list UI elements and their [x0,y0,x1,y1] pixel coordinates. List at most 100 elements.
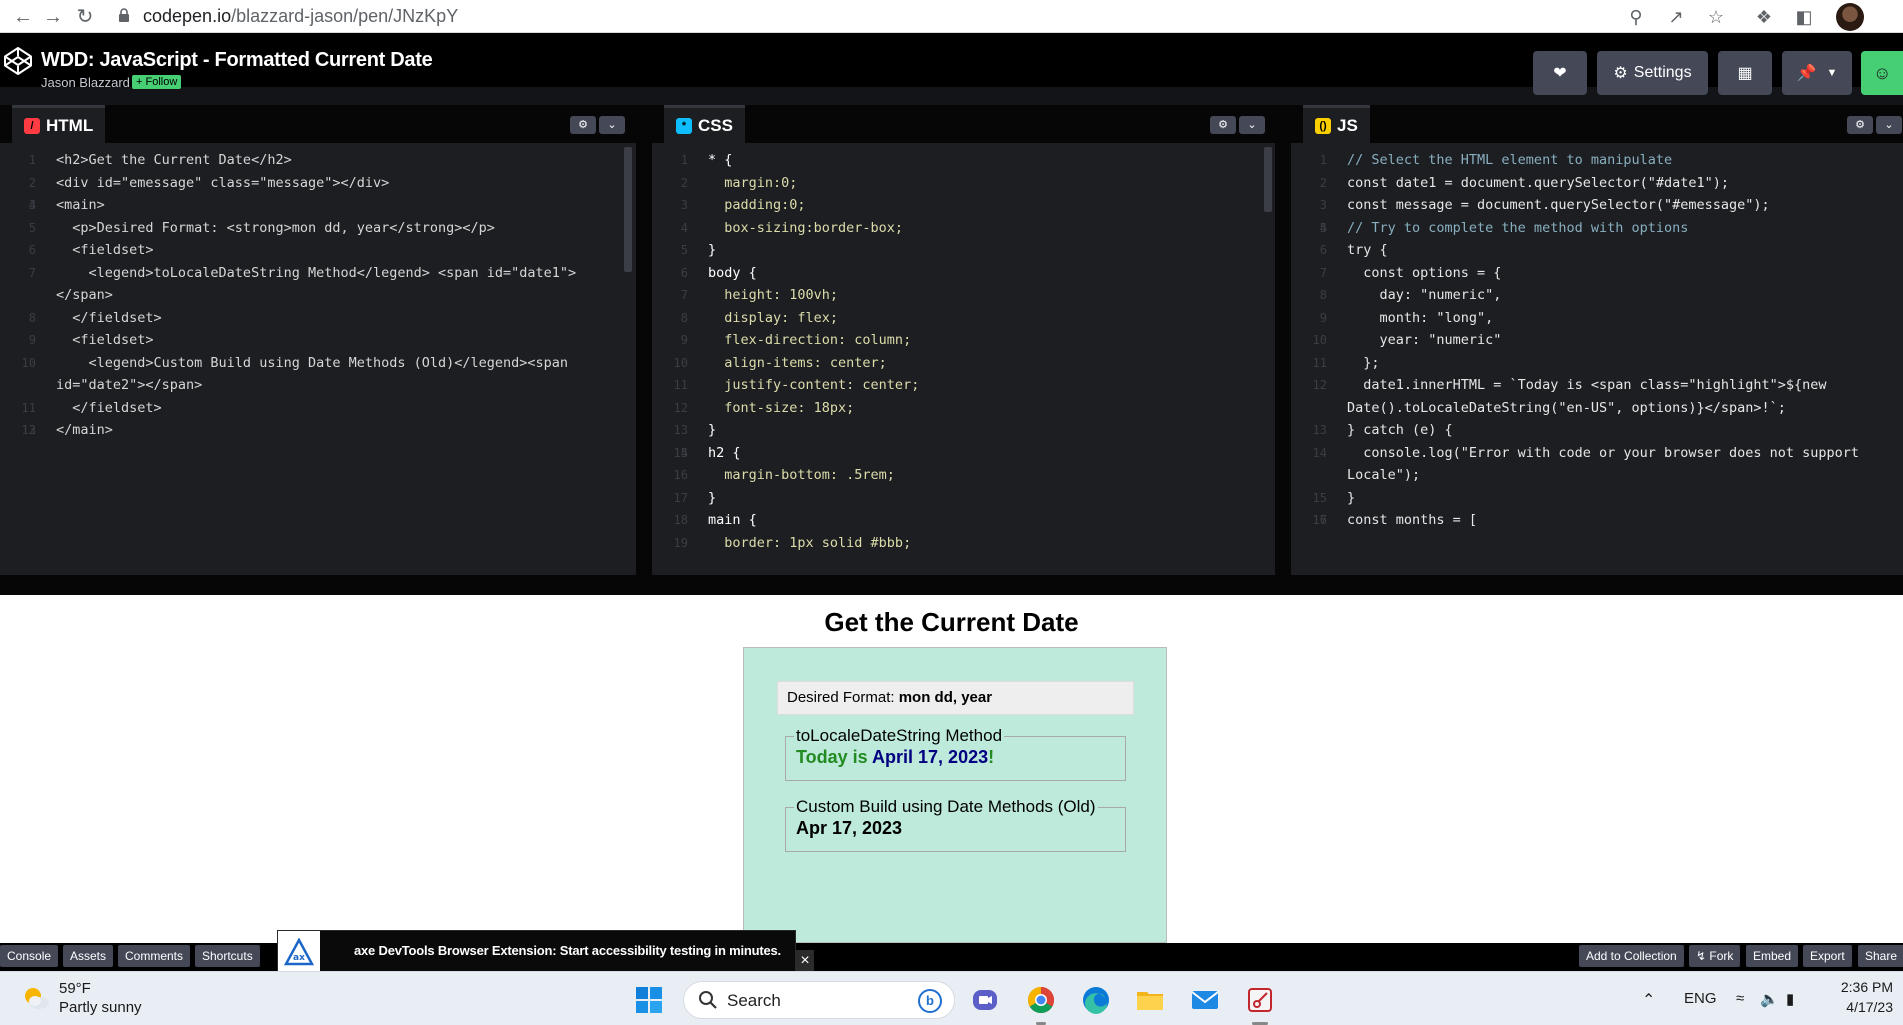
code-line[interactable]: 1 * { [664,149,1275,172]
wifi-icon[interactable]: ≈ [1736,990,1744,1007]
code-line[interactable]: 5 // Try to complete the method with opti… [1303,217,1903,240]
code-line[interactable]: 6 try { [1303,239,1903,262]
code-line[interactable]: 6 <fieldset> [12,239,636,262]
code-line[interactable]: 8 day: "numeric", [1303,284,1903,307]
volume-icon[interactable]: 🔈 [1760,990,1779,1008]
code-line[interactable]: Date().toLocaleDateString("en-US", optio… [1303,397,1903,420]
share-button[interactable]: Share [1858,945,1903,967]
windows-start-icon[interactable] [634,985,664,1015]
code-line[interactable]: 10 <legend>Custom Build using Date Metho… [12,352,636,375]
code-line[interactable]: Locale"); [1303,464,1903,487]
code-line[interactable]: 3 padding:0; [664,194,1275,217]
clock-date[interactable]: 4/17/23 [1838,999,1893,1015]
code-line[interactable]: 13} [664,419,1275,442]
code-line[interactable]: </span> [12,284,636,307]
chrome-icon[interactable] [1026,985,1056,1015]
address-bar[interactable]: codepen.io/blazzard-jason/pen/JNzKpY [143,6,458,27]
code-line[interactable]: 18 main { [664,509,1275,532]
code-line[interactable]: 2 const date1 = document.querySelector("#… [1303,172,1903,195]
code-line[interactable]: 11 }; [1303,352,1903,375]
code-line[interactable]: 13} catch (e) { [1303,419,1903,442]
pin-button[interactable]: 📌 ▼ [1782,51,1852,95]
follow-button[interactable]: + Follow [132,75,182,89]
chevron-down-icon[interactable]: ⌄ [1876,116,1902,134]
gear-icon[interactable]: ⚙ [1210,116,1236,134]
code-line[interactable]: 5 <p>Desired Format: <strong>mon dd, yea… [12,217,636,240]
js-code[interactable]: 1 // Select the HTML element to manipulat… [1303,149,1903,532]
code-line[interactable]: 3 const message = document.querySelector(… [1303,194,1903,217]
snipping-tool-icon[interactable] [1245,985,1275,1015]
weather-temperature[interactable]: 59°F [59,980,91,997]
axe-toast[interactable]: ax axe DevTools Browser Extension: Start… [277,930,796,973]
add-to-collection-button[interactable]: Add to Collection [1579,945,1684,967]
close-icon[interactable]: × [796,950,814,972]
weather-description[interactable]: Partly sunny [59,999,142,1016]
forward-icon[interactable]: → [40,5,66,29]
clock-time[interactable]: 2:36 PM [1838,979,1893,995]
embed-button[interactable]: Embed [1746,945,1799,967]
teams-chat-icon[interactable] [970,985,1000,1015]
html-code[interactable]: 1 <h2>Get the Current Date</h2> 2 <div id="… [12,149,636,442]
code-line[interactable]: 19 border: 1px solid #bbb; [664,532,1275,555]
chevron-down-icon[interactable]: ⌄ [599,116,625,134]
code-line[interactable]: 8 display: flex; [664,307,1275,330]
code-line[interactable]: 9 <fieldset> [12,329,636,352]
gear-icon[interactable]: ⚙ [1847,116,1873,134]
code-line[interactable]: 13 </main> [12,419,636,442]
code-line[interactable]: 2 margin:0; [664,172,1275,195]
resize-divider[interactable] [0,575,1903,595]
code-line[interactable]: 8 </fieldset> [12,307,636,330]
code-line[interactable]: 17 const months = [ [1303,509,1903,532]
chevron-down-icon[interactable]: ⌄ [1239,116,1265,134]
scrollbar[interactable] [624,147,632,272]
lock-icon[interactable] [118,8,130,22]
code-line[interactable]: 7 height: 100vh; [664,284,1275,307]
scrollbar[interactable] [1264,147,1272,212]
tab-html[interactable]: / HTML [12,105,106,143]
code-line[interactable]: 9 flex-direction: column; [664,329,1275,352]
code-line[interactable]: id="date2"></span> [12,374,636,397]
code-line[interactable]: 1 <h2>Get the Current Date</h2> [12,149,636,172]
side-panel-icon[interactable]: ◧ [1792,5,1816,29]
code-line[interactable]: 16 margin-bottom: .5rem; [664,464,1275,487]
partly-sunny-icon[interactable] [22,984,50,1012]
code-line[interactable]: 10 year: "numeric" [1303,329,1903,352]
code-line[interactable]: 7 const options = { [1303,262,1903,285]
css-code[interactable]: 1 * {2 margin:0; 3 padding:0; 4 box-sizing:… [664,149,1275,554]
reload-icon[interactable]: ↻ [72,5,98,29]
export-button[interactable]: Export [1803,945,1852,967]
assets-button[interactable]: Assets [63,945,114,967]
file-explorer-icon[interactable] [1135,985,1165,1015]
shortcuts-button[interactable]: Shortcuts [195,945,260,967]
bing-icon[interactable]: b [918,989,942,1013]
mail-icon[interactable] [1190,985,1220,1015]
language-indicator[interactable]: ENG [1684,990,1717,1007]
js-code-area[interactable]: 1 // Select the HTML element to manipulat… [1291,143,1903,575]
codepen-logo-icon[interactable] [2,45,34,77]
battery-icon[interactable]: ▮ [1786,990,1794,1008]
comments-button[interactable]: Comments [118,945,191,967]
extensions-icon[interactable]: ❖ [1752,5,1776,29]
settings-button[interactable]: ⚙ Settings [1597,51,1708,95]
console-button[interactable]: Console [0,945,59,967]
fork-button[interactable]: ↯ Fork [1689,945,1741,967]
pen-title[interactable]: WDD: JavaScript - Formatted Current Date [41,49,433,72]
back-icon[interactable]: ← [10,5,36,29]
heart-button[interactable]: ❤ [1533,51,1587,95]
html-code-area[interactable]: 1 <h2>Get the Current Date</h2> 2 <div id="… [12,143,636,575]
code-line[interactable]: 7 <legend>toLocaleDateString Method</leg… [12,262,636,285]
code-line[interactable]: 15 h2 { [664,442,1275,465]
code-line[interactable]: 11 </fieldset> [12,397,636,420]
gear-icon[interactable]: ⚙ [570,116,596,134]
code-line[interactable]: 1 // Select the HTML element to manipulat… [1303,149,1903,172]
code-line[interactable]: 14 console.log("Error with code or your … [1303,442,1903,465]
code-line[interactable]: 12 font-size: 18px; [664,397,1275,420]
tab-css[interactable]: * CSS [664,105,745,143]
code-line[interactable]: 12 date1.innerHTML = `Today is <span cla… [1303,374,1903,397]
bookmark-star-icon[interactable]: ☆ [1704,5,1728,29]
code-line[interactable]: 17} [664,487,1275,510]
edge-icon[interactable] [1081,985,1111,1015]
code-line[interactable]: 4 box-sizing:border-box; [664,217,1275,240]
code-line[interactable]: 6 body { [664,262,1275,285]
pen-author[interactable]: Jason Blazzard [41,75,130,90]
